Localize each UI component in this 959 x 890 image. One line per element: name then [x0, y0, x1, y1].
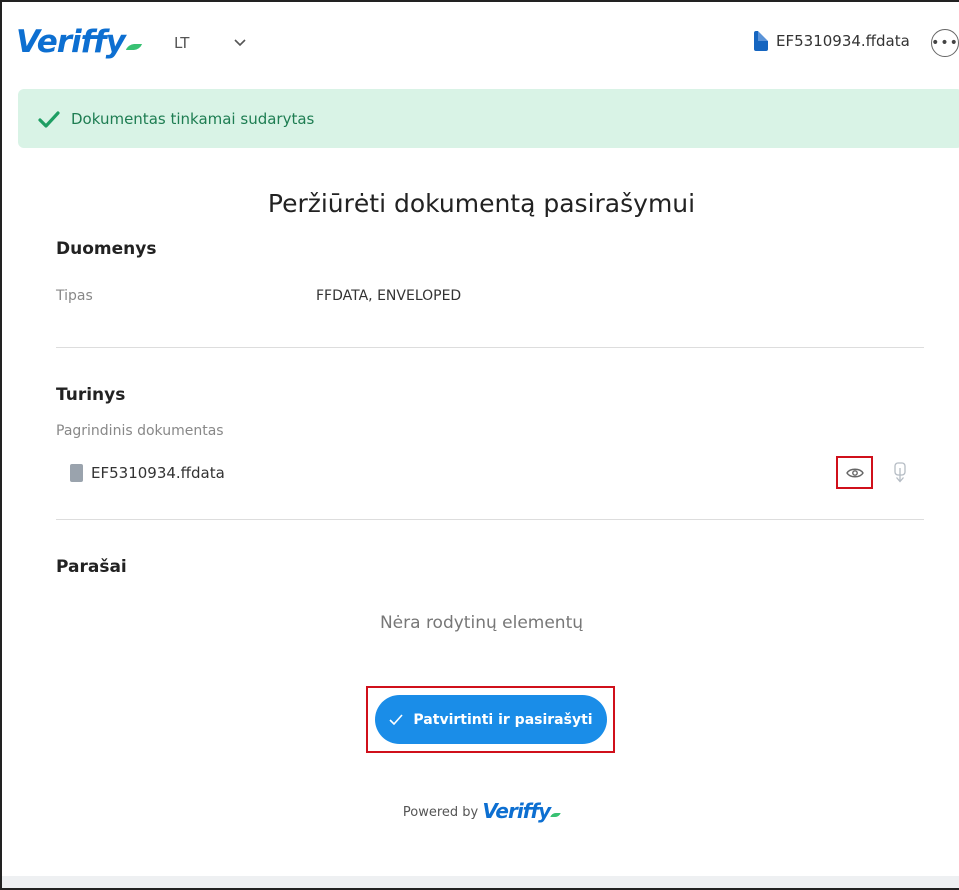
download-icon [894, 462, 906, 483]
check-icon [389, 714, 404, 725]
sign-button-label: Patvirtinti ir pasirašyti [413, 711, 593, 728]
signatures-section-title: Parašai [56, 557, 127, 577]
header-file-badge[interactable]: EF5310934.ffdata [754, 31, 910, 51]
footer-logo[interactable]: Veriffy [482, 799, 561, 823]
more-horizontal-icon: ••• [931, 35, 959, 51]
success-alert: Dokumentas tinkamai sudarytas [18, 89, 959, 148]
app-frame: Veriffy LT EF5310934.ffdata ••• Dokument… [0, 0, 959, 890]
download-document-button[interactable] [891, 460, 909, 486]
more-options-button[interactable]: ••• [931, 29, 959, 57]
details-section-title: Duomenys [56, 239, 157, 259]
logo-leaf-icon [125, 44, 142, 50]
bottom-strip [2, 876, 959, 888]
chevron-down-icon[interactable] [232, 34, 248, 50]
page-title: Peržiūrėti dokumentą pasirašymui [267, 189, 696, 218]
main-document-label: Pagrindinis dokumentas [56, 423, 224, 439]
logo-text: Veriffy [16, 24, 126, 60]
empty-signatures-text: Nėra rodytinų elementų [379, 613, 584, 633]
file-name: EF5310934.ffdata [91, 464, 225, 482]
powered-by: Powered by Veriffy [2, 799, 959, 823]
confirm-and-sign-button[interactable]: Patvirtinti ir pasirašyti [375, 695, 607, 744]
eye-icon [845, 468, 864, 477]
language-selector[interactable]: LT [174, 34, 189, 52]
header: Veriffy LT EF5310934.ffdata ••• [2, 2, 959, 82]
sign-button-highlight: Patvirtinti ir pasirašyti [366, 686, 615, 753]
view-document-button[interactable] [836, 456, 873, 489]
divider [56, 347, 924, 348]
header-file-name: EF5310934.ffdata [776, 32, 910, 50]
alert-text: Dokumentas tinkamai sudarytas [71, 109, 315, 128]
type-label: Tipas [56, 288, 93, 304]
document-icon [754, 31, 768, 51]
check-icon [38, 110, 60, 128]
powered-by-text: Powered by [402, 805, 479, 820]
footer-logo-text: Veriffy [482, 799, 551, 823]
logo-leaf-icon [550, 813, 561, 817]
file-row: EF5310934.ffdata [70, 464, 225, 482]
contents-section-title: Turinys [56, 385, 126, 405]
document-icon [70, 464, 83, 482]
veriffy-logo[interactable]: Veriffy [16, 22, 142, 62]
type-value: FFDATA, ENVELOPED [316, 288, 462, 304]
divider [56, 519, 924, 520]
